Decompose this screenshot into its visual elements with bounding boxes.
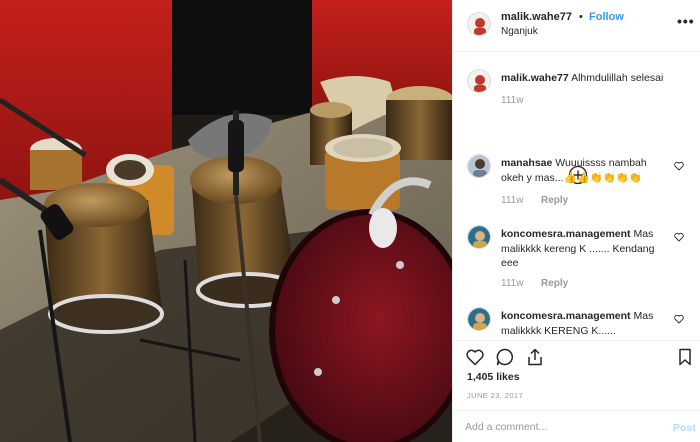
author-avatar[interactable]	[467, 12, 491, 36]
caption-username[interactable]: malik.wahe77	[501, 72, 569, 84]
comment-username[interactable]: manahsae	[501, 157, 552, 169]
post-comment-button[interactable]: Post	[673, 422, 696, 434]
post-side-panel: malik.wahe77 • Follow Nganjuk ••• malik.…	[452, 0, 700, 442]
post-photo[interactable]	[0, 0, 452, 442]
likes-count[interactable]: 1,405 likes	[467, 371, 520, 383]
post-actions-bar	[453, 340, 700, 372]
post-date[interactable]: JUNE 23, 2017	[467, 391, 523, 400]
post-location[interactable]: Nganjuk	[501, 26, 538, 37]
comment-bubble-icon[interactable]	[495, 347, 515, 367]
comment-heart-icon[interactable]	[674, 232, 684, 242]
comment-text-block: koncomesra.management Mas malikkkk KEREN…	[501, 309, 665, 340]
add-comment-section: Post	[453, 410, 700, 442]
comment-timestamp[interactable]: 111w	[501, 278, 523, 289]
follow-button[interactable]: Follow	[589, 11, 624, 23]
caption-text: Alhmdulillah selesai	[571, 72, 664, 84]
reply-button[interactable]: Reply	[541, 278, 568, 289]
comment-timestamp[interactable]: 111w	[501, 195, 523, 206]
author-username[interactable]: malik.wahe77	[501, 11, 572, 23]
caption-text-block: malik.wahe77 Alhmdulillah selesai	[501, 71, 665, 86]
ellipsis-icon[interactable]: •••	[677, 13, 695, 29]
caption-avatar[interactable]	[467, 69, 491, 93]
comment-username[interactable]: koncomesra.management	[501, 228, 631, 240]
heart-icon[interactable]	[465, 347, 485, 367]
commenter-avatar[interactable]	[467, 154, 491, 178]
caption-timestamp[interactable]: 111w	[501, 95, 523, 106]
comments-list[interactable]: malik.wahe77 Alhmdulillah selesai 111w m…	[453, 53, 700, 340]
commenter-avatar[interactable]	[467, 307, 491, 331]
drum-set-photo	[0, 0, 452, 442]
reply-button[interactable]: Reply	[541, 195, 568, 206]
comment-text-block: koncomesra.management Mas malikkkk keren…	[501, 227, 665, 271]
bookmark-icon[interactable]	[675, 347, 695, 367]
comment-text-block: manahsae Wuuuissss nambah okeh y mas...👍…	[501, 156, 665, 185]
comment-input[interactable]	[465, 419, 655, 435]
comment-heart-icon[interactable]	[674, 314, 684, 324]
comment-username[interactable]: koncomesra.management	[501, 310, 631, 322]
comment-heart-icon[interactable]	[674, 161, 684, 171]
commenter-avatar[interactable]	[467, 225, 491, 249]
post-header: malik.wahe77 • Follow Nganjuk •••	[453, 0, 700, 52]
separator-dot: •	[579, 11, 583, 23]
share-upload-icon[interactable]	[525, 347, 545, 367]
